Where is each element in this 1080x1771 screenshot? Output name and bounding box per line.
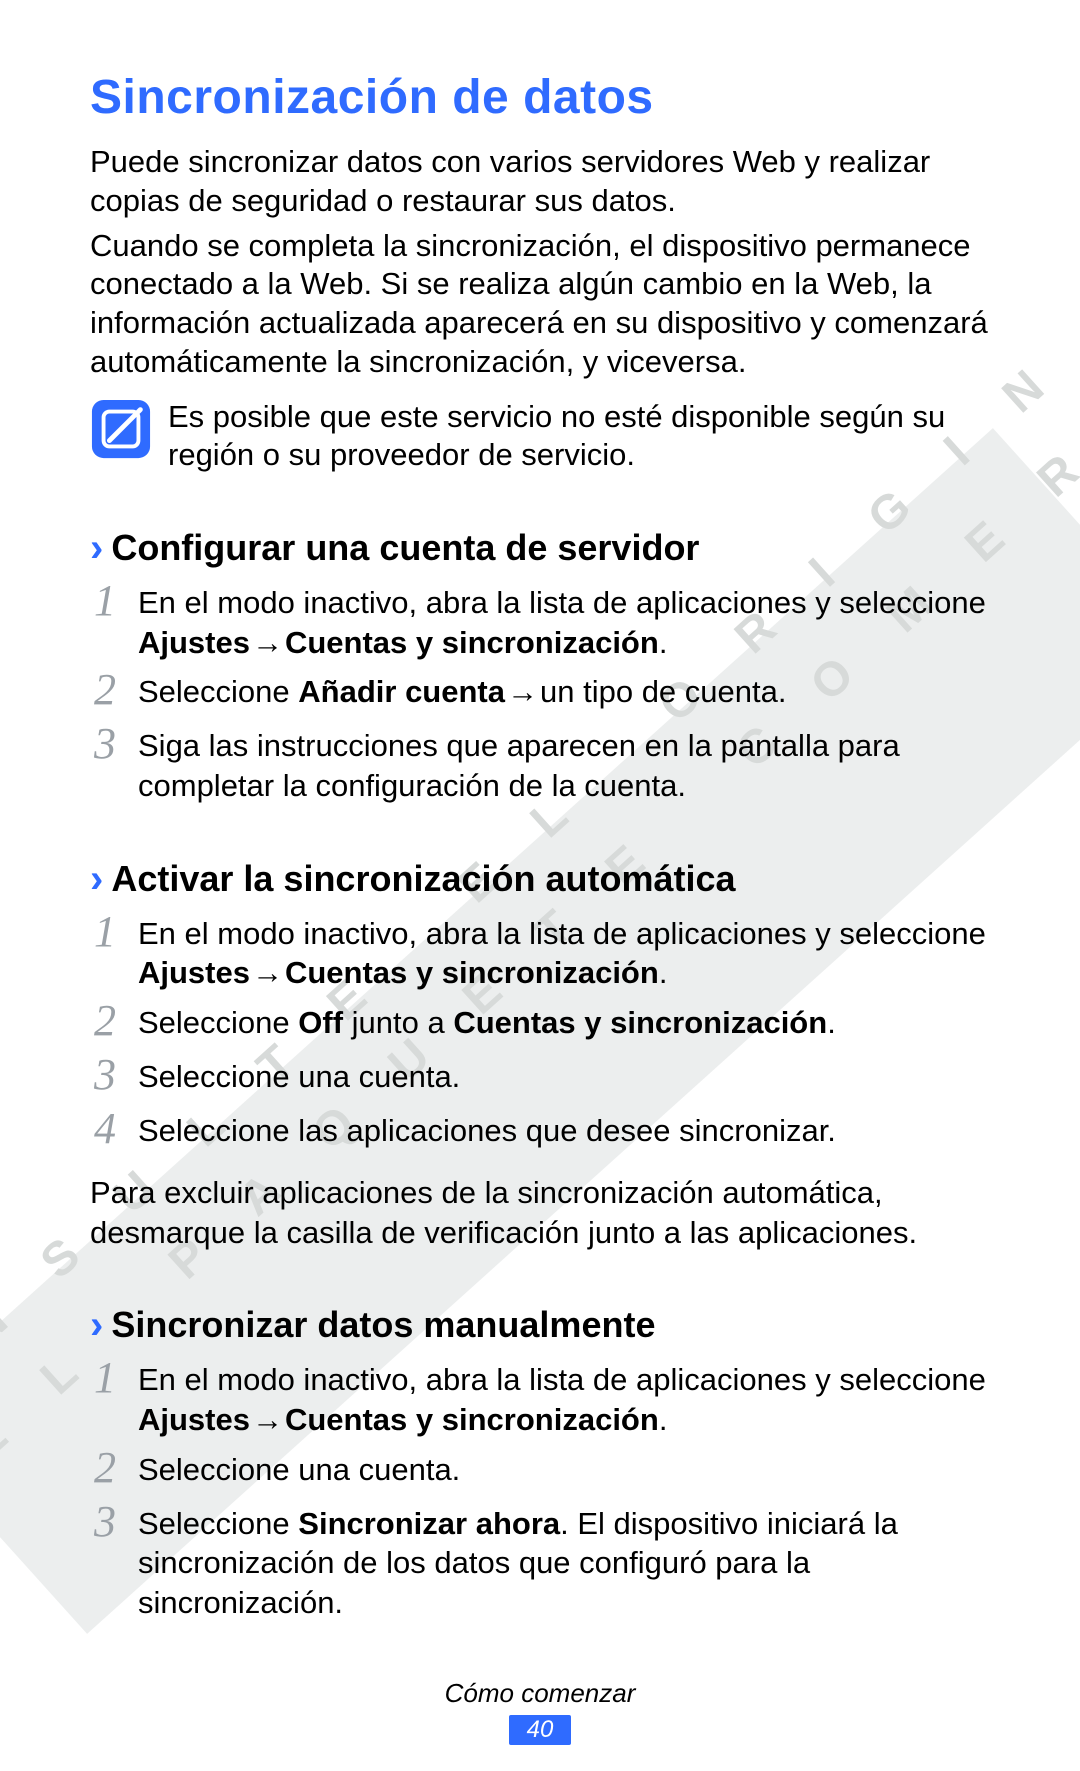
intro-paragraph-2: Cuando se completa la sincronización, el…	[90, 227, 990, 382]
section-title: Sincronizar datos manualmente	[111, 1304, 655, 1346]
step-text: Seleccione Off junto a Cuentas y sincron…	[138, 1003, 836, 1043]
section-title: Configurar una cuenta de servidor	[111, 527, 699, 569]
step-number: 3	[90, 722, 120, 766]
step: 4 Seleccione las aplicaciones que desee …	[90, 1111, 990, 1155]
step: 2 Seleccione una cuenta.	[90, 1450, 990, 1494]
section-heading-configure: › Configurar una cuenta de servidor	[90, 527, 990, 569]
step: 3 Siga las instrucciones que aparecen en…	[90, 726, 990, 805]
step-number: 2	[90, 999, 120, 1043]
step-number: 2	[90, 668, 120, 712]
step-text: Seleccione una cuenta.	[138, 1450, 460, 1490]
step-number: 4	[90, 1107, 120, 1151]
step: 2 Seleccione Añadir cuenta → un tipo de …	[90, 672, 990, 716]
step: 1 En el modo inactivo, abra la lista de …	[90, 914, 990, 993]
chevron-right-icon: ›	[90, 859, 103, 899]
step-text: Seleccione Añadir cuenta → un tipo de cu…	[138, 672, 786, 712]
section-heading-manual: › Sincronizar datos manualmente	[90, 1304, 990, 1346]
step: 3 Seleccione una cuenta.	[90, 1057, 990, 1101]
step-number: 3	[90, 1053, 120, 1097]
step: 1 En el modo inactivo, abra la lista de …	[90, 1360, 990, 1439]
note-box: Es posible que este servicio no esté dis…	[90, 398, 990, 476]
content: Sincronización de datos Puede sincroniza…	[90, 70, 990, 1623]
step-number: 1	[90, 910, 120, 954]
footer-page-number: 40	[509, 1715, 572, 1745]
step-text: Seleccione las aplicaciones que desee si…	[138, 1111, 836, 1151]
section-note: Para excluir aplicaciones de la sincroni…	[90, 1173, 990, 1252]
step-number: 2	[90, 1446, 120, 1490]
step-number: 1	[90, 579, 120, 623]
chevron-right-icon: ›	[90, 1305, 103, 1345]
intro-paragraph-1: Puede sincronizar datos con varios servi…	[90, 143, 990, 221]
page: C O N S U L T E E L O R I G I N A L E N …	[0, 0, 1080, 1771]
step-text: Seleccione Sincronizar ahora. El disposi…	[138, 1504, 990, 1623]
step-text: Seleccione una cuenta.	[138, 1057, 460, 1097]
step: 1 En el modo inactivo, abra la lista de …	[90, 583, 990, 662]
chevron-right-icon: ›	[90, 528, 103, 568]
section-heading-activate: › Activar la sincronización automática	[90, 858, 990, 900]
note-icon	[90, 398, 152, 460]
step-text: En el modo inactivo, abra la lista de ap…	[138, 1360, 990, 1439]
step-text: En el modo inactivo, abra la lista de ap…	[138, 914, 990, 993]
page-title: Sincronización de datos	[90, 70, 990, 125]
section-title: Activar la sincronización automática	[111, 858, 735, 900]
step-number: 1	[90, 1356, 120, 1400]
step: 2 Seleccione Off junto a Cuentas y sincr…	[90, 1003, 990, 1047]
footer-section-name: Cómo comenzar	[0, 1678, 1080, 1709]
step: 3 Seleccione Sincronizar ahora. El dispo…	[90, 1504, 990, 1623]
step-number: 3	[90, 1500, 120, 1544]
note-text: Es posible que este servicio no esté dis…	[168, 398, 990, 476]
step-text: En el modo inactivo, abra la lista de ap…	[138, 583, 990, 662]
footer: Cómo comenzar 40	[0, 1678, 1080, 1745]
step-text: Siga las instrucciones que aparecen en l…	[138, 726, 990, 805]
